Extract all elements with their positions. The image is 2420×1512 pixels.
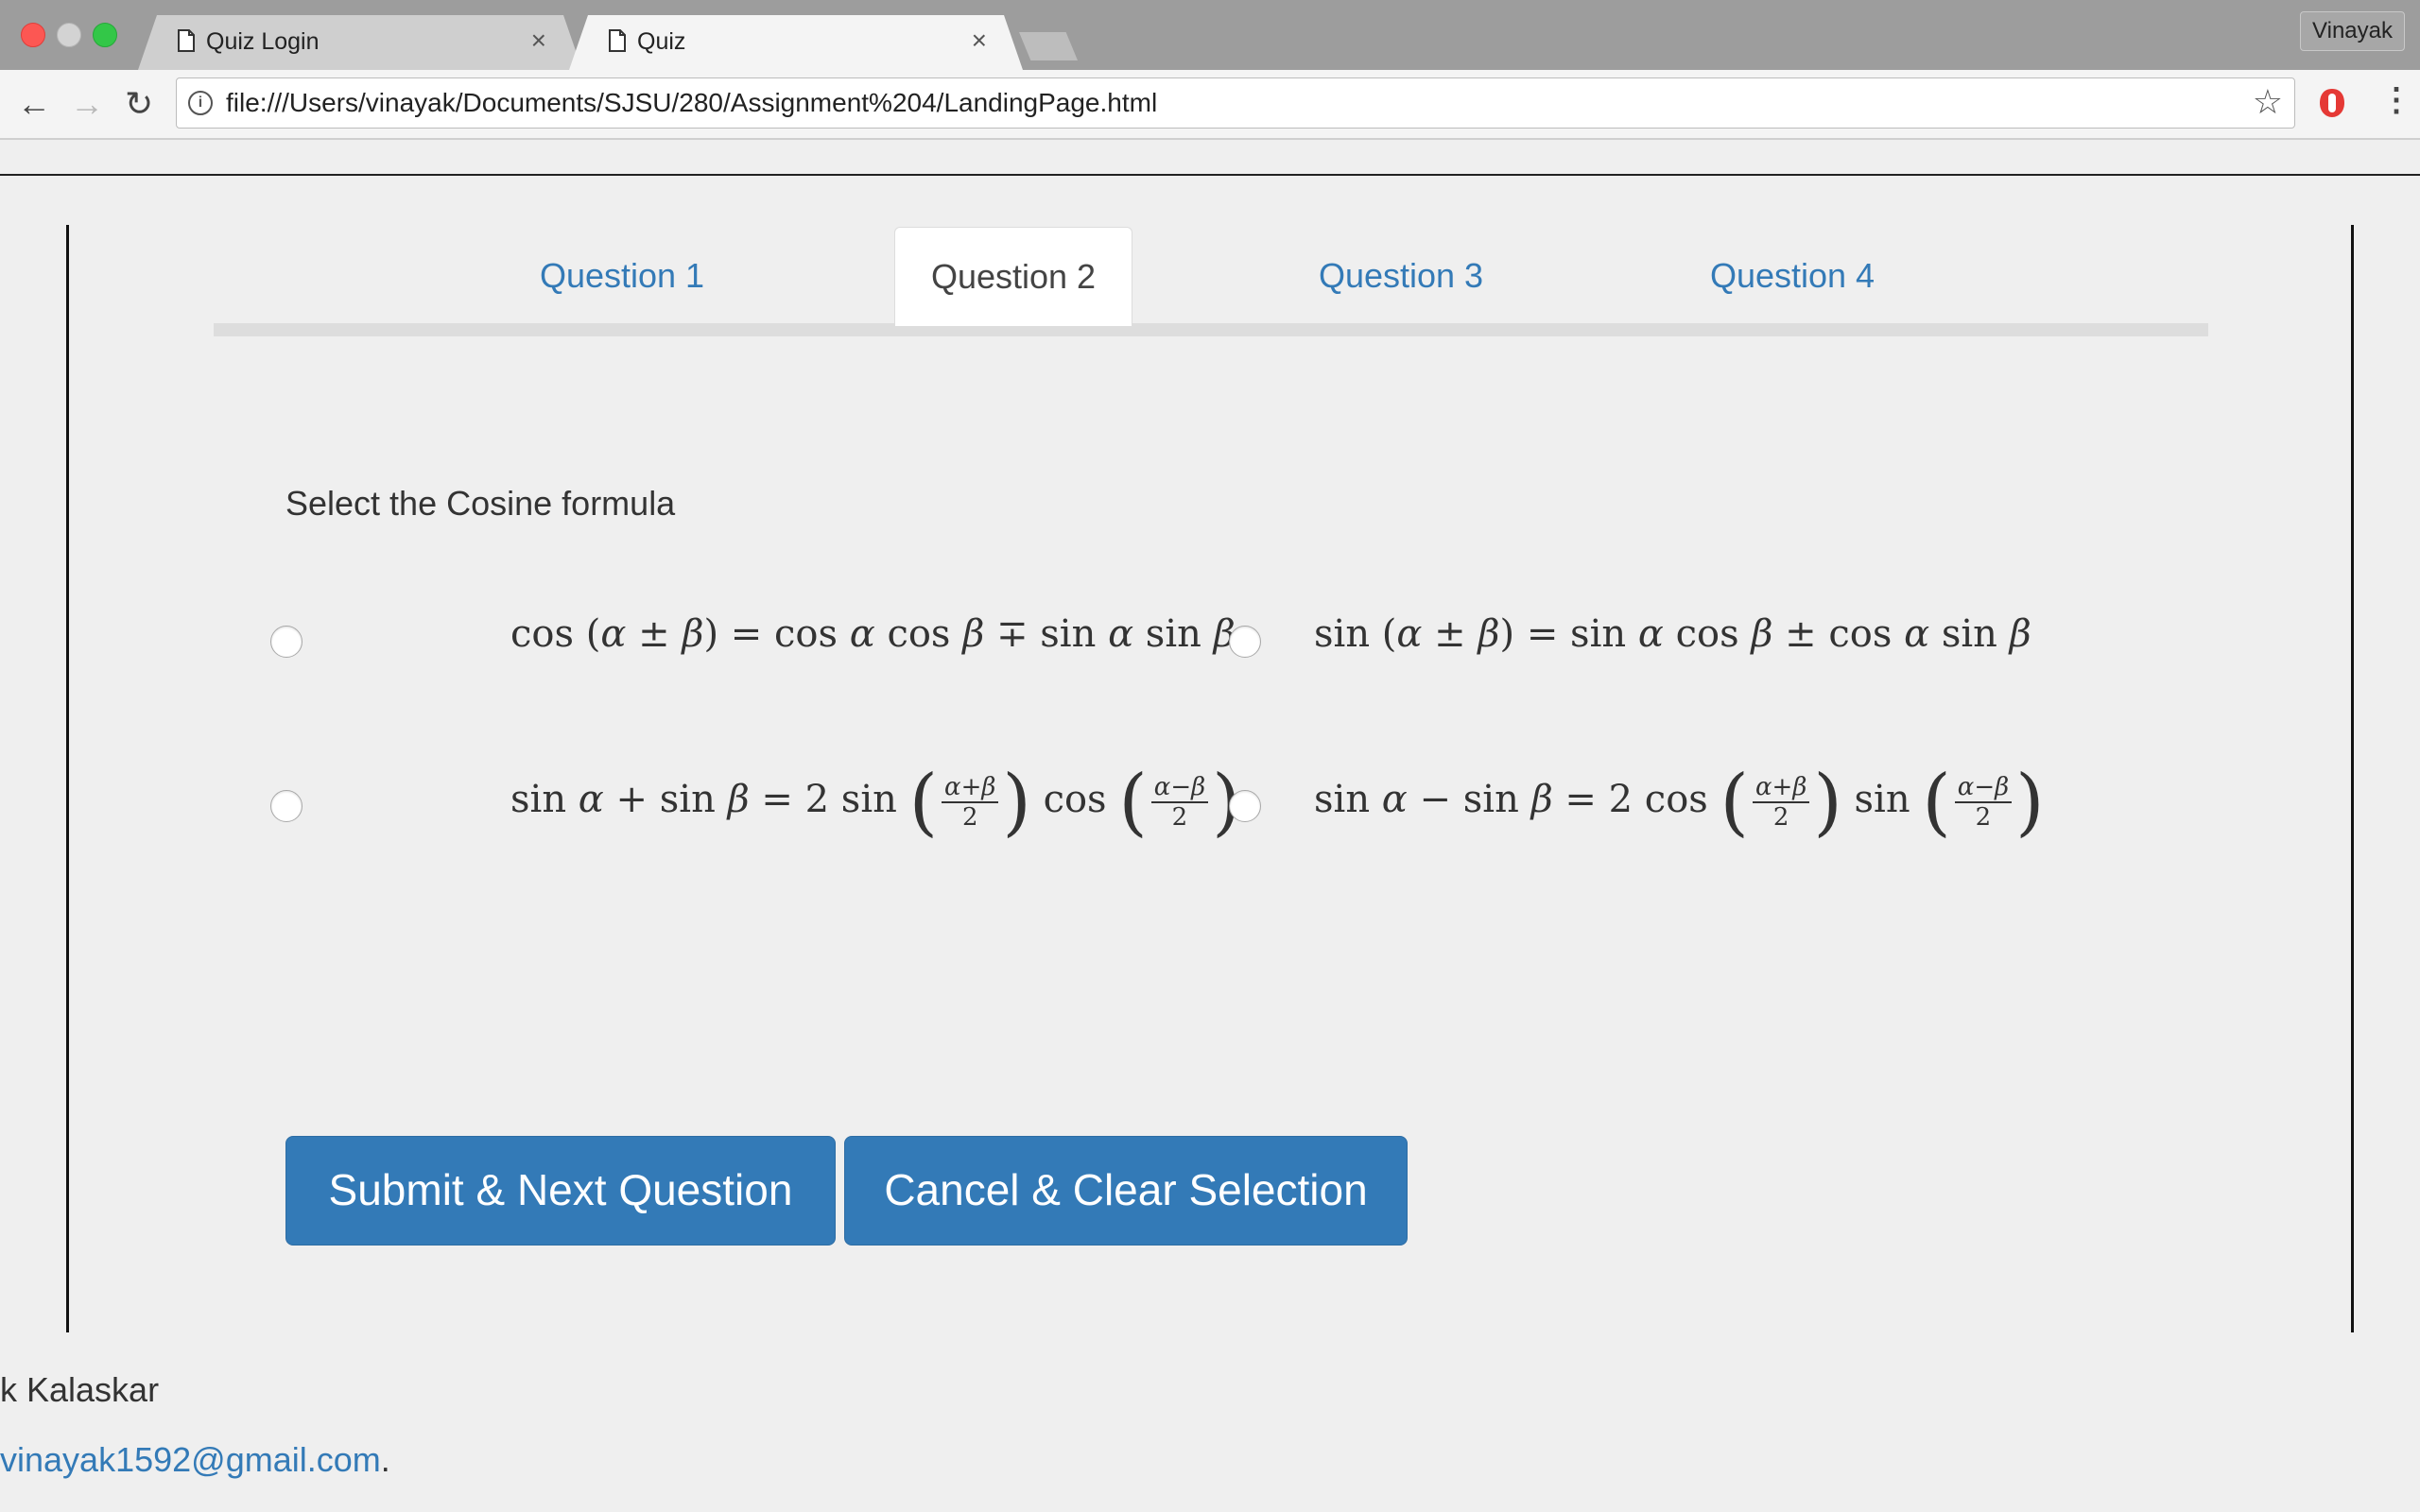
footer-email-line: vinayak1592@gmail.com.	[0, 1440, 390, 1480]
browser-tab-quiz-login[interactable]: Quiz Login ×	[138, 15, 582, 70]
back-arrow-icon[interactable]: ←	[17, 85, 51, 123]
tab-question-4[interactable]: Question 4	[1677, 227, 1908, 325]
footer-author-name: k Kalaskar	[0, 1370, 160, 1409]
document-icon	[609, 29, 626, 52]
option-2-radio[interactable]	[1229, 626, 1261, 658]
maximize-window-button[interactable]	[93, 23, 117, 47]
tab-title: Quiz Login	[206, 28, 320, 55]
url-text[interactable]: file:///Users/vinayak/Documents/SJSU/280…	[226, 88, 1157, 118]
submit-next-button[interactable]: Submit & Next Question	[285, 1136, 836, 1246]
browser-tabstrip: Quiz Login × Quiz × Vinayak	[0, 0, 2420, 70]
minimize-window-button[interactable]	[57, 23, 81, 47]
browser-toolbar: ← → ↻ i file:///Users/vinayak/Documents/…	[0, 70, 2420, 140]
browser-menu-icon[interactable]: ⋮	[2380, 81, 2412, 119]
tab-question-1[interactable]: Question 1	[507, 227, 737, 325]
option-1-formula: cos (α ± β) = cos α cos β ∓ sin α sin β	[510, 612, 1236, 656]
new-tab-button[interactable]	[1019, 32, 1078, 60]
option-1-radio[interactable]	[270, 626, 302, 658]
left-border	[66, 225, 69, 1332]
reload-icon[interactable]: ↻	[125, 85, 153, 123]
header-rule	[0, 174, 2420, 176]
tab-question-3[interactable]: Question 3	[1286, 227, 1516, 325]
forward-arrow-icon[interactable]: →	[70, 85, 104, 123]
close-window-button[interactable]	[21, 23, 45, 47]
question-prompt: Select the Cosine formula	[285, 484, 676, 523]
extension-icon[interactable]	[2318, 87, 2346, 119]
option-4-formula: sin α − sin β = 2 cos (α+β 2) sin (α−β 2)	[1314, 760, 2045, 845]
close-tab-icon[interactable]: ×	[972, 26, 987, 56]
document-icon	[178, 29, 195, 52]
cancel-clear-button[interactable]: Cancel & Clear Selection	[844, 1136, 1408, 1246]
option-2-formula: sin (α ± β) = sin α cos β ± cos α sin β	[1314, 612, 2031, 656]
email-link[interactable]: vinayak1592@gmail.com	[0, 1440, 381, 1479]
profile-button[interactable]: Vinayak	[2300, 11, 2405, 51]
address-bar[interactable]: i file:///Users/vinayak/Documents/SJSU/2…	[176, 77, 2295, 129]
question-tabs-underline	[214, 323, 2208, 336]
right-border	[2351, 225, 2354, 1332]
browser-tab-quiz[interactable]: Quiz ×	[569, 15, 1023, 70]
close-tab-icon[interactable]: ×	[531, 26, 546, 56]
option-3-formula: sin α + sin β = 2 sin (α+β 2) cos (α−β 2)	[510, 760, 1241, 845]
option-4-radio[interactable]	[1229, 790, 1261, 822]
option-3-radio[interactable]	[270, 790, 302, 822]
info-icon[interactable]: i	[188, 91, 213, 115]
email-suffix: .	[380, 1440, 390, 1479]
tab-title: Quiz	[637, 28, 686, 55]
tab-question-2[interactable]: Question 2	[894, 227, 1132, 326]
bookmark-star-icon[interactable]: ☆	[2253, 82, 2283, 122]
